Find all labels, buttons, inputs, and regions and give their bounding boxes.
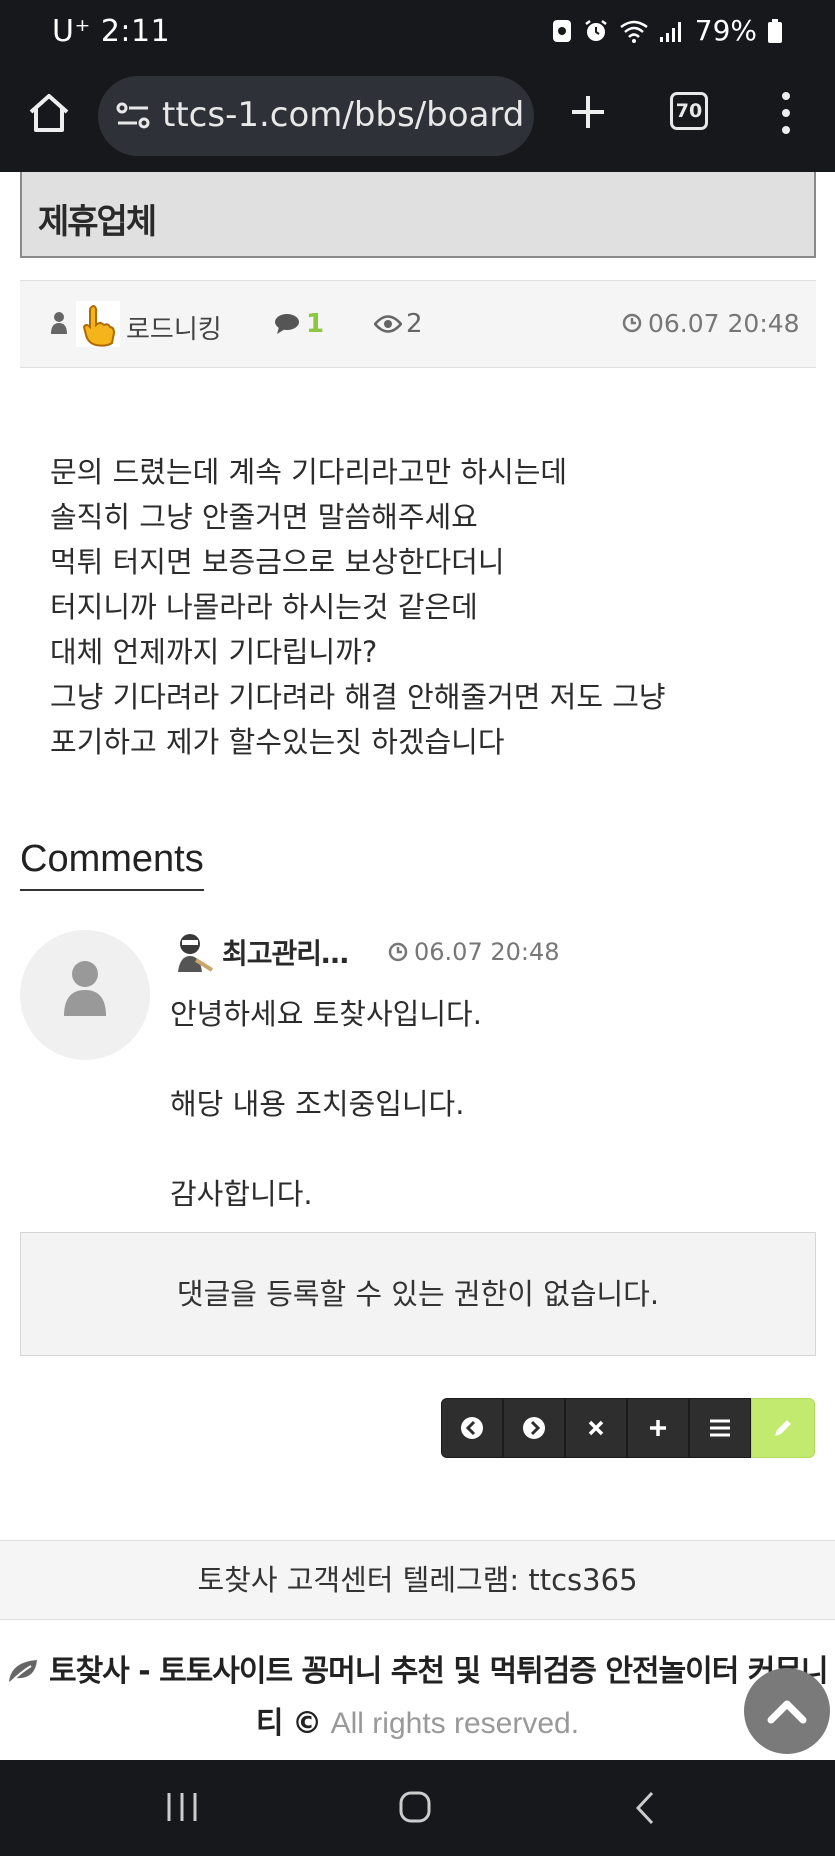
post-content: 문의 드렸는데 계속 기다리라고만 하시는데 솔직히 그냥 안줄거면 말씀해주세… [50, 450, 790, 765]
clock-icon [388, 942, 408, 962]
eye-icon [374, 315, 402, 333]
site-footer: 토찾사 - 토토사이트 꽁머니 추천 및 먹튀검증 안전놀이터 커뮤니티 © A… [0, 1646, 835, 1750]
post-date: 06.07 20:48 [648, 309, 800, 338]
more-menu-icon[interactable] [776, 88, 796, 138]
list-button[interactable] [689, 1398, 751, 1458]
post-meta-bar: 로드니킹 1 2 06.07 20:48 [20, 280, 816, 368]
comment-author[interactable]: 최고관리… [222, 932, 349, 972]
recent-apps-icon[interactable] [164, 1790, 200, 1824]
post-line: 포기하고 제가 할수있는짓 하겠습니다 [50, 725, 505, 759]
back-icon[interactable] [634, 1790, 656, 1826]
comment-date: 06.07 20:48 [414, 938, 560, 966]
clock-icon [622, 313, 642, 333]
post-line: 솔직히 그냥 안줄거면 말씀해주세요 [50, 500, 478, 534]
battery-icon [768, 18, 782, 43]
status-bar: U⁺ 2:11 79% [0, 0, 835, 66]
plus-icon [650, 1420, 666, 1436]
rights-text: All rights reserved. [330, 1707, 580, 1740]
pencil-icon [775, 1420, 791, 1436]
wifi-icon [620, 20, 648, 43]
board-title-box: 제휴업체 [20, 172, 816, 258]
delete-button[interactable] [565, 1398, 627, 1458]
previous-post-button[interactable] [441, 1398, 503, 1458]
post-line: 대체 언제까지 기다립니까? [50, 635, 378, 669]
comment-count: 1 [306, 309, 325, 339]
post-author[interactable]: 로드니킹 [126, 309, 222, 346]
battery-level: 79% [694, 14, 757, 47]
chevron-left-icon [461, 1417, 483, 1439]
chevron-right-icon [523, 1417, 545, 1439]
comment-line: 해당 내용 조치중입니다. [170, 1087, 465, 1121]
leaf-icon [9, 1660, 38, 1683]
tab-switcher-button[interactable]: 70 [670, 92, 708, 130]
system-nav-bar [0, 1760, 835, 1856]
write-button[interactable] [751, 1398, 815, 1458]
chevron-up-icon [767, 1700, 807, 1724]
status-icons: 79% [551, 14, 783, 47]
new-tab-icon[interactable] [566, 90, 610, 134]
post-line: 그냥 기다려라 기다려라 해결 안해줄거면 저도 그냥 [50, 680, 666, 714]
home-nav-icon[interactable] [398, 1790, 432, 1824]
comment-icon [275, 314, 299, 334]
author-avatar[interactable] [76, 301, 120, 347]
close-icon [588, 1420, 604, 1436]
view-count: 2 [406, 309, 423, 339]
post-line: 문의 드렸는데 계속 기다리라고만 하시는데 [50, 455, 568, 489]
comment-line: 감사합니다. [170, 1177, 313, 1211]
add-button[interactable] [627, 1398, 689, 1458]
carrier-time: U⁺ 2:11 [52, 14, 171, 49]
signal-icon [659, 21, 681, 42]
home-icon[interactable] [26, 90, 72, 136]
post-toolbar [441, 1398, 815, 1458]
post-line: 터지니까 나몰라라 하시는것 같은데 [50, 590, 478, 624]
comments-heading: Comments [20, 838, 204, 891]
comment-avatar [20, 930, 150, 1060]
notification-icon [552, 19, 571, 42]
next-post-button[interactable] [503, 1398, 565, 1458]
admin-badge-icon [172, 930, 214, 974]
comment-line: 안녕하세요 토찾사입니다. [170, 997, 482, 1031]
user-icon [51, 312, 67, 334]
post-line: 먹튀 터지면 보증금으로 보상한다더니 [50, 545, 505, 579]
telegram-contact: 토찾사 고객센터 텔레그램: ttcs365 [0, 1540, 835, 1620]
user-icon [64, 961, 106, 1016]
no-permission-notice: 댓글을 등록할 수 있는 권한이 없습니다. [20, 1232, 816, 1356]
copyright-symbol: © [292, 1706, 322, 1741]
list-icon [710, 1419, 730, 1437]
address-bar[interactable]: ttcs-1.com/bbs/board. [98, 76, 534, 156]
alarm-icon [585, 19, 607, 41]
browser-toolbar: ttcs-1.com/bbs/board. 70 [0, 66, 835, 172]
url-text: ttcs-1.com/bbs/board. [162, 95, 522, 135]
comment-body: 안녕하세요 토찾사입니다. 해당 내용 조치중입니다. 감사합니다. [170, 992, 482, 1217]
scroll-to-top-button[interactable] [744, 1668, 830, 1754]
board-title: 제휴업체 [38, 202, 157, 242]
site-settings-icon[interactable] [116, 100, 150, 132]
